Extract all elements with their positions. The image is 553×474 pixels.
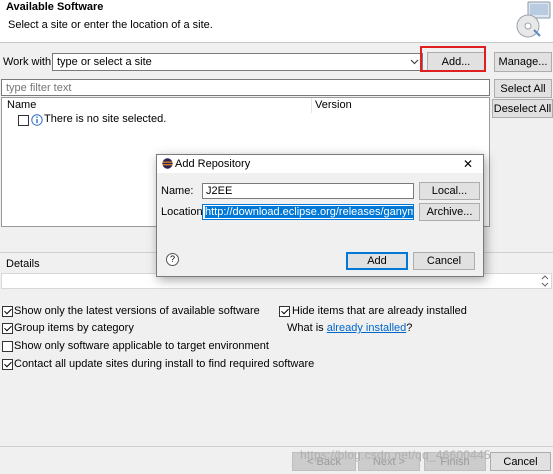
applicable-only-checkbox[interactable] (2, 341, 13, 352)
group-by-category-checkbox[interactable] (2, 323, 13, 334)
what-is-suffix: ? (406, 322, 413, 334)
help-icon[interactable]: ? (166, 253, 179, 266)
watermark-text: https://blog.csdn.net/qq_46600445 (300, 448, 491, 462)
select-all-button[interactable]: Select All (494, 79, 552, 98)
column-divider (311, 98, 312, 113)
location-label: Location: (161, 206, 206, 218)
wizard-header: Available Software Select a site or ente… (0, 0, 553, 43)
name-value: J2EE (206, 185, 233, 197)
empty-message: There is no site selected. (44, 113, 167, 125)
column-header-version[interactable]: Version (315, 99, 352, 111)
footer-divider (0, 446, 553, 447)
show-latest-label: Show only the latest versions of availab… (14, 305, 260, 317)
dialog-title: Add Repository (175, 158, 251, 170)
filter-input[interactable] (1, 79, 490, 96)
local-button[interactable]: Local... (419, 182, 480, 200)
page-subtitle: Select a site or enter the location of a… (8, 19, 213, 31)
hide-installed-label: Hide items that are already installed (292, 305, 467, 317)
add-repository-cancel-button[interactable]: Cancel (413, 252, 475, 270)
manage-sites-button[interactable]: Manage... (494, 52, 552, 72)
what-is-prefix: What is (287, 322, 324, 334)
archive-button[interactable]: Archive... (419, 203, 480, 221)
close-icon[interactable]: ✕ (463, 157, 473, 171)
row-checkbox[interactable] (18, 115, 29, 126)
details-label: Details (6, 258, 40, 270)
location-field[interactable]: http://download.eclipse.org/releases/gan… (202, 204, 414, 220)
work-with-combo[interactable]: type or select a site (52, 53, 423, 71)
name-field[interactable]: J2EE (202, 183, 414, 199)
dialog-titlebar: Add Repository ✕ (157, 155, 483, 173)
show-latest-checkbox[interactable] (2, 306, 13, 317)
column-header-name[interactable]: Name (7, 99, 36, 111)
work-with-label: Work with: (3, 56, 55, 68)
add-repository-dialog: Add Repository ✕ Name: J2EE Local... Loc… (156, 154, 484, 277)
eclipse-icon (162, 158, 173, 169)
contact-all-sites-label: Contact all update sites during install … (14, 358, 315, 370)
work-with-value: type or select a site (57, 56, 152, 68)
location-value: http://download.eclipse.org/releases/gan… (205, 206, 413, 218)
highlight-box (420, 46, 486, 72)
page-title: Available Software (6, 1, 104, 13)
chevron-down-icon[interactable] (410, 59, 419, 65)
hide-installed-checkbox[interactable] (279, 306, 290, 317)
contact-all-sites-checkbox[interactable] (2, 359, 13, 370)
deselect-all-button[interactable]: Deselect All (492, 99, 553, 118)
add-repository-confirm-button[interactable]: Add (346, 252, 408, 270)
scroll-arrows-icon[interactable] (541, 275, 549, 287)
info-icon (31, 114, 43, 126)
install-software-icon (516, 1, 551, 38)
what-is-already-installed: What is already installed? (287, 322, 412, 334)
cancel-wizard-button[interactable]: Cancel (490, 452, 551, 471)
already-installed-link[interactable]: already installed (327, 322, 407, 334)
applicable-only-label: Show only software applicable to target … (14, 340, 269, 352)
name-label: Name: (161, 185, 194, 197)
group-by-category-label: Group items by category (14, 322, 134, 334)
